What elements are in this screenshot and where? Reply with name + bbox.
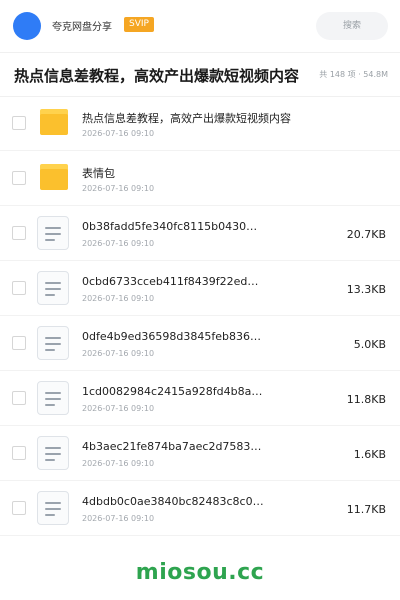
- list-item[interactable]: 1cd0082984c2415a928fd4b8a… 2026-07-16 09:…: [0, 371, 400, 426]
- file-date: 2026-07-16 09:10: [82, 239, 155, 248]
- file-name[interactable]: 0b38fadd5fe340fc8115b0430…: [82, 220, 257, 233]
- folder-icon: [40, 164, 68, 190]
- list-item[interactable]: 表情包 2026-07-16 09:10: [0, 151, 400, 206]
- document-icon: [37, 381, 69, 415]
- file-name[interactable]: 0cbd6733cceb411f8439f22ed…: [82, 275, 258, 288]
- select-checkbox[interactable]: [12, 116, 26, 130]
- file-name[interactable]: 热点信息差教程，高效产出爆款短视频内容: [82, 110, 291, 126]
- file-list: 热点信息差教程，高效产出爆款短视频内容 2026-07-16 09:10 表情包 20…: [0, 96, 400, 536]
- document-icon: [37, 216, 69, 250]
- file-name[interactable]: 1cd0082984c2415a928fd4b8a…: [82, 385, 262, 398]
- file-size: 11.7KB: [346, 503, 386, 516]
- file-date: 2026-07-16 09:10: [82, 514, 155, 523]
- file-size: 1.6KB: [353, 448, 386, 461]
- file-date: 2026-07-16 09:10: [82, 404, 155, 413]
- select-checkbox[interactable]: [12, 336, 26, 350]
- file-date: 2026-07-16 09:10: [82, 184, 155, 193]
- list-item[interactable]: 热点信息差教程，高效产出爆款短视频内容 2026-07-16 09:10: [0, 96, 400, 151]
- file-date: 2026-07-16 09:10: [82, 349, 155, 358]
- file-date: 2026-07-16 09:10: [82, 459, 155, 468]
- list-item[interactable]: 0dfe4b9ed36598d3845feb836… 2026-07-16 09:…: [0, 316, 400, 371]
- title-bar: 热点信息差教程，高效产出爆款短视频内容 共 148 项 · 54.8M: [0, 52, 400, 97]
- search-input[interactable]: [316, 12, 388, 40]
- select-checkbox[interactable]: [12, 391, 26, 405]
- document-icon: [37, 271, 69, 305]
- watermark: miosou.cc: [135, 560, 265, 585]
- file-size: 11.8KB: [346, 393, 386, 406]
- page-title: 热点信息差教程，高效产出爆款短视频内容: [14, 67, 300, 85]
- folder-icon: [40, 109, 68, 135]
- list-item[interactable]: 4dbdb0c0ae3840bc82483c8c0… 2026-07-16 09:…: [0, 481, 400, 536]
- document-icon: [37, 491, 69, 525]
- avatar[interactable]: [13, 12, 41, 40]
- document-icon: [37, 326, 69, 360]
- list-item[interactable]: 4b3aec21fe874ba7aec2d7583… 2026-07-16 09:…: [0, 426, 400, 481]
- file-date: 2026-07-16 09:10: [82, 294, 155, 303]
- header: 夸克网盘分享 SVIP: [0, 0, 400, 53]
- file-name[interactable]: 4b3aec21fe874ba7aec2d7583…: [82, 440, 261, 453]
- select-checkbox[interactable]: [12, 171, 26, 185]
- file-name[interactable]: 表情包: [82, 165, 115, 181]
- list-item[interactable]: 0cbd6733cceb411f8439f22ed… 2026-07-16 09:…: [0, 261, 400, 316]
- brand-name: 夸克网盘分享: [52, 22, 112, 33]
- file-size: 5.0KB: [353, 338, 386, 351]
- file-size: 13.3KB: [346, 283, 386, 296]
- svip-badge: SVIP: [124, 17, 154, 32]
- select-checkbox[interactable]: [12, 501, 26, 515]
- file-name[interactable]: 4dbdb0c0ae3840bc82483c8c0…: [82, 495, 264, 508]
- list-item[interactable]: 0b38fadd5fe340fc8115b0430… 2026-07-16 09:…: [0, 206, 400, 261]
- file-name[interactable]: 0dfe4b9ed36598d3845feb836…: [82, 330, 261, 343]
- folder-meta: 共 148 项 · 54.8M: [319, 70, 388, 79]
- file-date: 2026-07-16 09:10: [82, 129, 155, 138]
- document-icon: [37, 436, 69, 470]
- select-checkbox[interactable]: [12, 446, 26, 460]
- file-size: 20.7KB: [346, 228, 386, 241]
- select-checkbox[interactable]: [12, 281, 26, 295]
- select-checkbox[interactable]: [12, 226, 26, 240]
